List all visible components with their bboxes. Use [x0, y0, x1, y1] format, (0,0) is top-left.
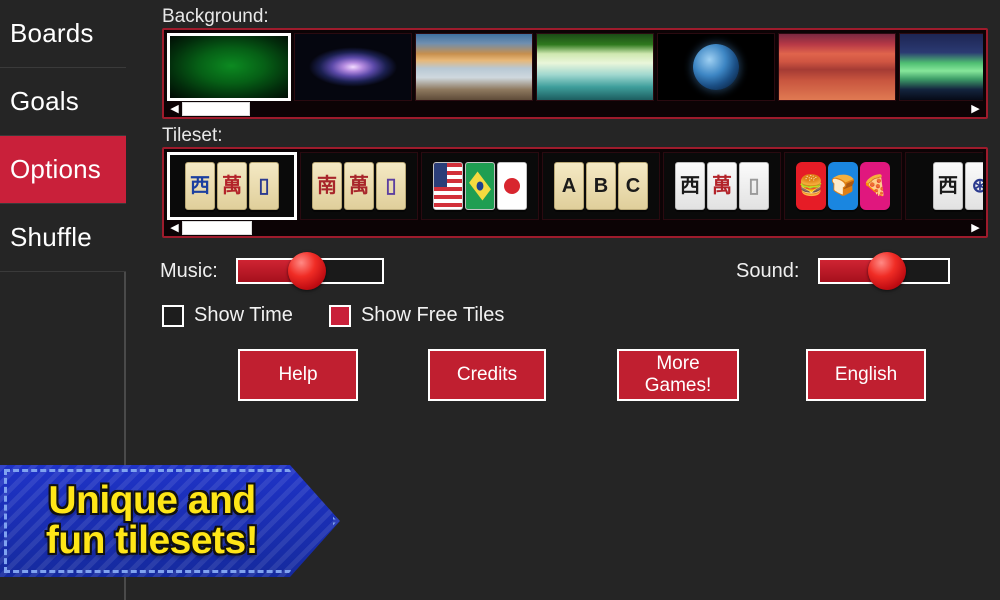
tile-face: 西 — [675, 162, 705, 210]
tileset-preview: 西萬 ▯ — [675, 162, 769, 210]
background-thumb-green-felt[interactable] — [167, 33, 291, 101]
show-time-checkbox[interactable] — [162, 304, 184, 327]
show-time-label: Show Time — [194, 304, 293, 326]
music-slider[interactable] — [236, 252, 384, 290]
tile-face: ⊛ — [965, 162, 983, 210]
tile-face: ▯ — [249, 162, 279, 210]
show-free-tiles-label: Show Free Tiles — [360, 304, 505, 326]
tileset-preview: ABC — [554, 162, 648, 210]
tile-face: ▯ — [376, 162, 406, 210]
promo-banner-line2: fun tilesets! — [45, 519, 259, 562]
triangle-right-icon[interactable]: ▶ — [968, 220, 983, 236]
sidebar-item-shuffle[interactable]: Shuffle — [0, 204, 126, 272]
flag-jp-icon — [498, 163, 526, 209]
more-games-button[interactable]: More Games! — [617, 349, 739, 401]
triangle-right-icon[interactable]: ▶ — [968, 101, 983, 117]
sidebar-item-goals[interactable]: Goals — [0, 68, 126, 136]
checkbox-show-free-tiles[interactable]: Show Free Tiles — [328, 304, 505, 327]
sound-slider-knob[interactable] — [868, 252, 906, 290]
tileset-thumb-letters-abc[interactable]: ABC — [542, 152, 660, 220]
tile-flag-us — [433, 162, 463, 210]
tileset-section-label: Tileset: — [162, 125, 223, 146]
button-row: Help Credits More Games! English — [128, 349, 1000, 405]
background-thumb-red-desert[interactable] — [778, 33, 896, 101]
flag-us-icon — [434, 163, 462, 209]
sidebar-item-label: Boards — [10, 18, 94, 48]
music-slider-label: Music: — [160, 260, 218, 282]
background-thumb-forest-lake[interactable] — [536, 33, 654, 101]
tile-food-icon: 🍞 — [828, 162, 858, 210]
tile-face: 萬 — [707, 162, 737, 210]
tile-face: 西 — [933, 162, 963, 210]
tileset-thumb-ornate-white[interactable]: 西⊛ — [905, 152, 983, 220]
tileset-thumb-white-modern[interactable]: 西萬 ▯ — [663, 152, 781, 220]
flag-br-icon — [466, 163, 494, 209]
tileset-preview: 西萬 ▯ — [185, 162, 279, 210]
triangle-left-icon[interactable]: ◀ — [167, 101, 182, 117]
english-language-button[interactable]: English — [806, 349, 926, 401]
tileset-carousel[interactable]: 西萬▯南萬▯ABC西萬▯🍔🍞🍕西⊛ ◀ ▶ — [162, 147, 988, 238]
promo-banner-text: Unique and fun tilesets! — [45, 479, 259, 562]
tileset-thumb-wood-tiles[interactable]: 南萬 ▯ — [300, 152, 418, 220]
checkbox-show-time[interactable]: Show Time — [162, 304, 293, 327]
background-thumb-strip[interactable] — [167, 33, 983, 101]
tile-flag-jp — [497, 162, 527, 210]
tile-flag-br — [465, 162, 495, 210]
credits-button[interactable]: Credits — [428, 349, 546, 401]
tile-face: A — [554, 162, 584, 210]
tileset-thumb-strip[interactable]: 西萬▯南萬▯ABC西萬▯🍔🍞🍕西⊛ — [167, 152, 983, 220]
tile-face: ▯ — [739, 162, 769, 210]
promo-banner-line1: Unique and — [48, 479, 256, 523]
sidebar-item-boards[interactable]: Boards — [0, 0, 126, 68]
tile-face: 西 — [185, 162, 215, 210]
background-scrollbar-thumb[interactable] — [182, 102, 250, 116]
sidebar-item-options[interactable]: Options — [0, 136, 126, 204]
background-thumb-beach-arch[interactable] — [415, 33, 533, 101]
tile-food-icon: 🍕 — [860, 162, 890, 210]
music-slider-knob[interactable] — [288, 252, 326, 290]
tileset-preview: 南萬 ▯ — [312, 162, 406, 210]
tileset-scrollbar-thumb[interactable] — [182, 221, 252, 235]
app-root: Boards Goals Options Shuffle Background: ◀ … — [0, 0, 1000, 600]
tileset-preview: 西⊛ — [933, 162, 983, 210]
background-scrollbar[interactable]: ◀ ▶ — [167, 101, 983, 117]
background-thumb-galaxy[interactable] — [294, 33, 412, 101]
tileset-scrollbar[interactable]: ◀ ▶ — [167, 220, 983, 236]
sound-slider-label: Sound: — [736, 260, 800, 282]
promo-banner: Unique and fun tilesets! — [0, 465, 340, 577]
background-thumb-earth[interactable] — [657, 33, 775, 101]
help-button[interactable]: Help — [238, 349, 358, 401]
sidebar-item-label: Goals — [10, 86, 79, 116]
background-thumb-aurora[interactable] — [899, 33, 983, 101]
background-section-label: Background: — [162, 6, 269, 27]
background-carousel[interactable]: ◀ ▶ — [162, 28, 988, 119]
tileset-preview — [433, 162, 527, 210]
sidebar-item-label: Options — [10, 154, 102, 184]
tileset-thumb-classic-ivory[interactable]: 西萬 ▯ — [167, 152, 297, 220]
tile-food-icon: 🍔 — [796, 162, 826, 210]
tile-face: C — [618, 162, 648, 210]
triangle-left-icon[interactable]: ◀ — [167, 220, 182, 236]
show-free-tiles-checkbox[interactable] — [328, 304, 351, 327]
tileset-preview: 🍔 🍞 🍕 — [796, 162, 890, 210]
tileset-thumb-food-icons[interactable]: 🍔 🍞 🍕 — [784, 152, 902, 220]
sound-slider[interactable] — [818, 252, 950, 290]
tile-face: 萬 — [344, 162, 374, 210]
sidebar-item-label: Shuffle — [10, 222, 92, 252]
tile-face: B — [586, 162, 616, 210]
tile-face: 南 — [312, 162, 342, 210]
tileset-thumb-flags[interactable] — [421, 152, 539, 220]
checkbox-row: Show Time Show Free Tiles — [162, 304, 1000, 327]
tile-face: 萬 — [217, 162, 247, 210]
